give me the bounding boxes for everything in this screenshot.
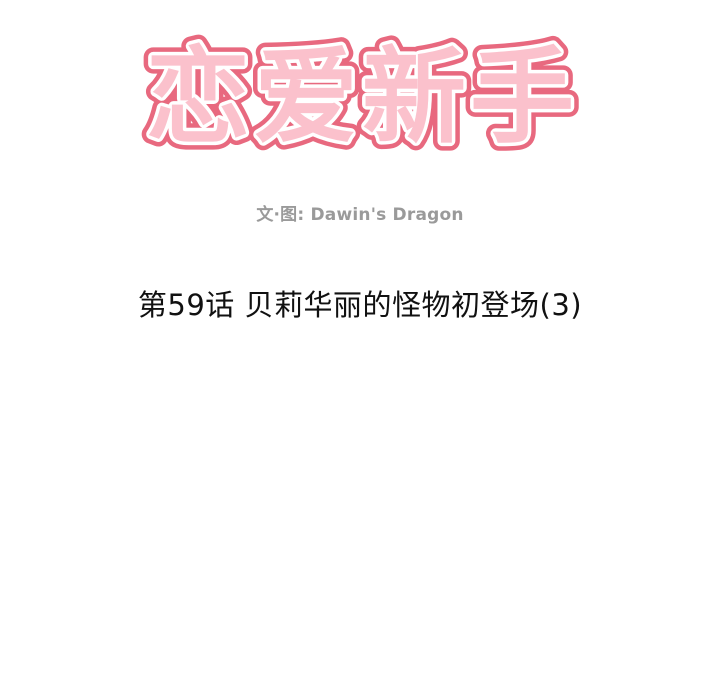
series-title-logo: 恋爱新手 恋爱新手 恋爱新手 <box>0 0 720 170</box>
comic-title-page: 恋爱新手 恋爱新手 恋爱新手 文·图: Dawin's Dragon 第59话 … <box>0 0 720 700</box>
author-credit: 文·图: Dawin's Dragon <box>256 205 464 225</box>
episode-title: 第59话 贝莉华丽的怪物初登场(3) <box>137 288 583 322</box>
series-title-fill: 恋爱新手 <box>146 36 578 158</box>
